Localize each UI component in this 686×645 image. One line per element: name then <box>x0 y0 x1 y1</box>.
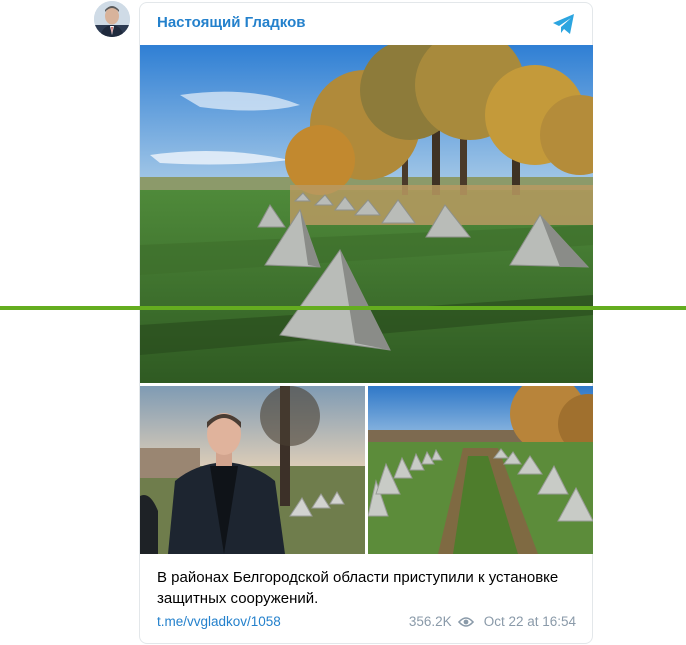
post-date[interactable]: Oct 22 at 16:54 <box>484 614 576 629</box>
field-barriers-image <box>140 45 593 383</box>
view-count: 356.2K <box>408 614 452 629</box>
post-caption: В районах Белгородской области приступил… <box>157 569 559 607</box>
barrier-rows-image <box>368 386 593 554</box>
photo-barrier-rows[interactable] <box>368 386 593 554</box>
post-meta: 356.2K Oct 22 at 16:54 <box>409 614 576 629</box>
eye-icon <box>457 616 474 627</box>
avatar-photo <box>94 1 130 37</box>
channel-name[interactable]: Настоящий Гладков <box>157 14 306 31</box>
telegram-plane-icon[interactable] <box>551 11 577 37</box>
post-link[interactable]: t.me/vvgladkov/1058 <box>157 614 281 629</box>
photo-governor[interactable] <box>140 386 365 554</box>
overlay-divider-line <box>0 306 686 310</box>
governor-image <box>140 386 365 554</box>
channel-avatar[interactable] <box>94 1 130 37</box>
main-photo-field-barriers[interactable] <box>140 45 593 383</box>
